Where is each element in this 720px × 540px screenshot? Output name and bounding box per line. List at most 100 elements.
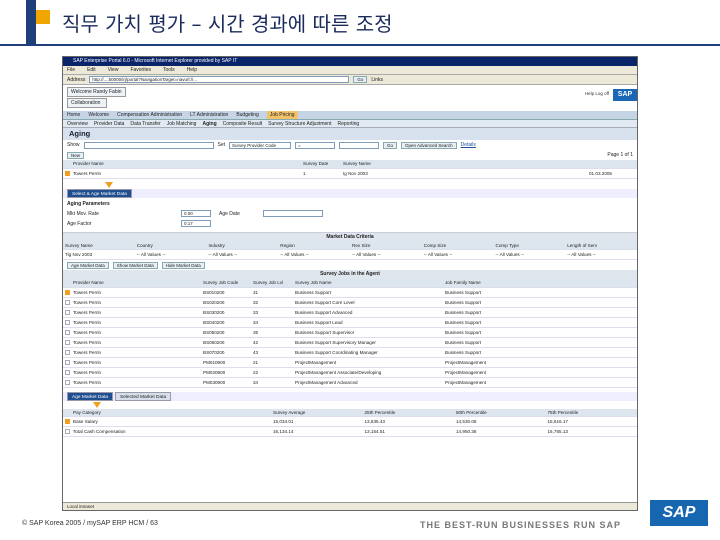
nav2-data-transfer[interactable]: Data Transfer [130, 120, 160, 127]
go-button[interactable]: Go [353, 76, 368, 83]
select-col-header [63, 408, 71, 417]
table-row[interactable]: Base Salary 15,034.01 13,635.43 14,530.06 15… [63, 416, 637, 427]
cell: BS060200 [201, 337, 251, 348]
criteria-select[interactable]: -- All Values -- [421, 249, 494, 260]
table-row[interactable]: Towers Perrin PM010900 21 ProjectManagement… [63, 357, 637, 368]
cell: Business Support Supervisor [293, 327, 443, 338]
row-select-marker[interactable] [65, 429, 70, 435]
row-selector[interactable] [63, 297, 71, 308]
hide-market-data-button[interactable]: Hide Market Data [161, 261, 205, 269]
table-row[interactable]: Towers Perrin BS010200 31 Business Support B… [63, 287, 637, 298]
show-select[interactable] [83, 141, 214, 149]
row-selector[interactable] [63, 337, 71, 348]
value-input[interactable] [339, 141, 380, 149]
nav-home[interactable]: Home [67, 111, 80, 119]
row-selector[interactable] [63, 317, 71, 328]
table-row[interactable]: Towers Perrin BS050200 35 Business Support … [63, 327, 637, 338]
row-select-marker[interactable] [65, 419, 70, 425]
nav-budgeting[interactable]: Budgeting [236, 111, 259, 119]
table-row[interactable]: Towers Perrin BS030200 33 Business Support … [63, 307, 637, 318]
age-date-input[interactable] [263, 210, 323, 217]
field-select[interactable]: Survey Provider Code [229, 141, 292, 149]
age-factor-input[interactable]: 0.17 [181, 220, 211, 227]
row-selector[interactable] [63, 168, 71, 179]
open-advanced-search-button[interactable]: Open Advanced Search [401, 141, 457, 149]
row-select-marker[interactable] [65, 319, 70, 325]
set-label: Set [217, 142, 226, 148]
search-go-button[interactable]: Go [383, 141, 398, 149]
criteria-select[interactable]: Tig Nov 2003 [63, 249, 135, 260]
new-button[interactable]: New [67, 151, 85, 159]
nav2-job-matching[interactable]: Job Matching [167, 120, 197, 127]
table-row[interactable]: Towers Perrin BS040200 34 Business Support … [63, 317, 637, 328]
menu-tools[interactable]: Tools [163, 66, 175, 74]
table-row[interactable]: Towers Perrin BS020200 32 Business Support … [63, 297, 637, 308]
mm-rate-input[interactable]: 0.00 [181, 210, 211, 217]
nav-comp-admin[interactable]: Compensation Administration [117, 111, 182, 119]
row-select-marker[interactable] [65, 369, 70, 375]
row-select-marker[interactable] [65, 299, 70, 305]
criteria-select[interactable]: -- All Values -- [350, 249, 422, 260]
tab-select-age-market-data[interactable]: Select & Age Market Data [67, 188, 132, 198]
links-label[interactable]: Links [371, 77, 383, 83]
row-selector[interactable] [63, 357, 71, 368]
nav-welcome[interactable]: Welcome [88, 111, 109, 119]
menu-view[interactable]: View [108, 66, 119, 74]
menu-file[interactable]: File [67, 66, 75, 74]
row-select-marker[interactable] [65, 349, 70, 355]
nav-job-pricing[interactable]: Job Pricing [266, 111, 298, 119]
row-select-marker[interactable] [65, 339, 70, 345]
nav2-provider-data[interactable]: Provider Data [94, 120, 125, 127]
table-row[interactable]: Towers Perrin 1 Ig Nov 2003 01.03.2005 [63, 168, 637, 179]
table-row[interactable]: Towers Perrin PM030900 34 ProjectManagement… [63, 377, 637, 388]
nav2-overview[interactable]: Overview [67, 120, 88, 127]
criteria-select[interactable]: -- All Values -- [493, 249, 566, 260]
table-row[interactable]: Towers Perrin BS070200 43 Business Support … [63, 347, 637, 358]
table-row[interactable]: Towers Perrin BS060200 42 Business Support … [63, 337, 637, 348]
row-select-marker[interactable] [65, 170, 70, 176]
address-input[interactable]: http://...:50000/irj/portal?NavigationTa… [89, 76, 350, 83]
menu-edit[interactable]: Edit [87, 66, 96, 74]
row-selector[interactable] [63, 416, 71, 427]
details-link[interactable]: Details [461, 142, 476, 148]
row-selector[interactable] [63, 426, 71, 437]
menu-favorites[interactable]: Favorites [130, 66, 151, 74]
nav2-composite-result[interactable]: Composite Result [223, 120, 262, 127]
menu-help[interactable]: Help [187, 66, 197, 74]
row-selector[interactable] [63, 287, 71, 298]
row-select-marker[interactable] [65, 359, 70, 365]
row-selector[interactable] [63, 377, 71, 388]
row-select-marker[interactable] [65, 329, 70, 335]
age-market-data-button[interactable]: Age Market Data [67, 261, 109, 269]
nav-lt-admin[interactable]: LT Administration [190, 111, 228, 119]
row-select-marker[interactable] [65, 309, 70, 315]
pager-page-number[interactable]: 1 [620, 152, 623, 158]
row-selector[interactable] [63, 307, 71, 318]
select-col-header [63, 160, 71, 169]
tab-selected-market-data[interactable]: Selected Market Data [115, 391, 172, 401]
top-table-pager: Page 1 of 1 [607, 152, 633, 158]
nav2-aging[interactable]: Aging [202, 120, 216, 127]
row-selector[interactable] [63, 327, 71, 338]
criteria-select[interactable]: -- All Values -- [134, 249, 207, 260]
row-selector[interactable] [63, 347, 71, 358]
row-selector[interactable] [63, 367, 71, 378]
row-select-marker[interactable] [65, 289, 70, 295]
collaboration-link[interactable]: Collaboration [67, 98, 107, 108]
nav2-reporting[interactable]: Reporting [337, 120, 359, 127]
table-row[interactable]: Total Cash Compensation 16,134.14 13,154.5… [63, 426, 637, 437]
utility-links[interactable]: Help Log off [585, 91, 609, 96]
show-market-data-button[interactable]: Show Market Data [112, 261, 158, 269]
criteria-select[interactable]: -- All Values -- [278, 249, 350, 260]
table-row[interactable]: Towers Perrin PM020900 22 ProjectManagement… [63, 367, 637, 378]
nav2-survey-adjustment[interactable]: Survey Structure Adjustment [268, 120, 331, 127]
operator-select[interactable]: = [295, 141, 336, 149]
cell: Total Cash Compensation [71, 426, 271, 437]
aging-parameters-fields: Mkt Mov. Rate 0.00 Age Factor 0.17 Age Dat… [67, 209, 633, 229]
criteria-select[interactable]: -- All Values -- [206, 249, 279, 260]
row-select-marker[interactable] [65, 379, 70, 385]
cell: 34 [251, 377, 293, 388]
tab-age-market-data[interactable]: Age Market Data [67, 391, 113, 401]
cell: Business Support [443, 337, 637, 348]
criteria-select[interactable]: -- All Values -- [565, 249, 637, 260]
